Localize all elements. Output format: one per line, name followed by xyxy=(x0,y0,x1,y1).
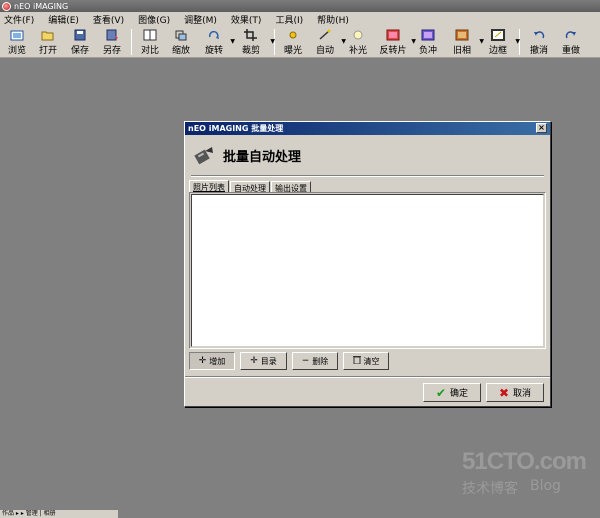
crop-button[interactable]: 裁剪 ▼ xyxy=(231,26,275,57)
save-button[interactable]: 保存 xyxy=(64,26,96,57)
batch-process-icon xyxy=(193,145,215,165)
photo-list[interactable] xyxy=(191,194,544,347)
auto-button[interactable]: 自动 ▼ xyxy=(308,26,346,57)
menu-help[interactable]: 帮助(H) xyxy=(317,13,349,26)
frame-icon xyxy=(491,29,505,41)
undo-icon xyxy=(532,29,546,41)
crop-icon xyxy=(244,29,258,41)
old-photo-button[interactable]: 旧相 ▼ xyxy=(444,26,484,57)
save-as-button[interactable]: 另存 xyxy=(96,26,128,57)
old-photo-icon xyxy=(455,29,469,41)
redo-button[interactable]: 重做 xyxy=(555,26,587,57)
header-divider xyxy=(191,175,544,177)
photo-list-panel xyxy=(189,192,546,349)
remove-button[interactable]: − 删除 xyxy=(292,352,338,370)
menu-edit[interactable]: 编辑(E) xyxy=(48,13,79,26)
compare-button[interactable]: 对比 xyxy=(135,26,165,57)
auto-icon xyxy=(318,29,332,41)
ok-button[interactable]: ✔ 确定 xyxy=(423,383,481,402)
dialog-heading: 批量自动处理 xyxy=(223,149,302,165)
watermark: 51CTO.com 技术博客 Blog xyxy=(462,448,587,498)
app-titlebar: nEO iMAGING xyxy=(0,0,600,12)
batch-dialog: nEO iMAGING 批量处理 × 批量自动处理 照片列表 自动处理 输出设置… xyxy=(184,121,551,407)
watermark-right: Blog xyxy=(530,478,561,494)
toolbar: 浏览 打开 保存 另存 对比 缩放 旋转 ▼ 裁剪 ▼ 曝光 自动 ▼ 补光 反… xyxy=(0,26,600,58)
rotate-icon xyxy=(207,29,221,41)
save-as-icon xyxy=(105,29,119,41)
checkmark-icon: ✔ xyxy=(435,385,447,400)
frame-button[interactable]: 边框 ▼ xyxy=(480,26,520,57)
browse-icon xyxy=(10,29,24,41)
add-button[interactable]: ✛ 增加 xyxy=(189,352,235,370)
footer-divider xyxy=(185,376,550,378)
exposure-icon xyxy=(286,29,300,41)
add-icon: ✛ xyxy=(198,356,207,366)
menu-file[interactable]: 文件(F) xyxy=(4,13,34,26)
app-title: nEO iMAGING xyxy=(14,1,69,11)
zoom-button[interactable]: 缩放 xyxy=(165,26,197,57)
fill-light-button[interactable]: 补光 xyxy=(342,26,374,57)
watermark-subtitle: 技术博客 Blog xyxy=(462,478,586,498)
dialog-title: nEO iMAGING 批量处理 xyxy=(188,124,284,133)
dialog-header: 批量自动处理 xyxy=(185,135,550,175)
toolbar-separator xyxy=(131,29,132,55)
compare-icon xyxy=(143,29,157,41)
open-button[interactable]: 打开 xyxy=(32,26,64,57)
cancel-button[interactable]: ✖ 取消 xyxy=(486,383,544,402)
browse-button[interactable]: 浏览 xyxy=(2,26,32,57)
trash-icon xyxy=(352,355,361,367)
directory-button[interactable]: ✛ 目录 xyxy=(240,352,287,370)
minus-icon: − xyxy=(301,356,310,366)
crop-dropdown-icon[interactable]: ▼ xyxy=(270,38,275,45)
save-icon xyxy=(73,29,87,41)
fill-light-icon xyxy=(351,29,365,41)
directory-icon: ✛ xyxy=(250,356,258,366)
dialog-footer: ✔ 确定 ✖ 取消 xyxy=(423,383,544,402)
undo-button[interactable]: 撤消 xyxy=(523,26,555,57)
rotate-button[interactable]: 旋转 ▼ xyxy=(197,26,235,57)
redo-icon xyxy=(564,29,578,41)
cross-process-button[interactable]: 负冲 xyxy=(412,26,444,57)
dialog-titlebar[interactable]: nEO iMAGING 批量处理 × xyxy=(185,122,550,135)
menu-image[interactable]: 图像(G) xyxy=(138,13,170,26)
exposure-button[interactable]: 曝光 xyxy=(278,26,308,57)
reversal-film-icon xyxy=(386,29,400,41)
menu-tools[interactable]: 工具(I) xyxy=(275,13,303,26)
cross-icon: ✖ xyxy=(498,385,510,400)
folder-open-icon xyxy=(41,29,55,41)
zoom-icon xyxy=(174,29,188,41)
cross-process-icon xyxy=(421,29,435,41)
reversal-film-button[interactable]: 反转片 ▼ xyxy=(374,26,416,57)
frame-dropdown-icon[interactable]: ▼ xyxy=(515,38,520,45)
app-logo-icon xyxy=(2,1,11,11)
menu-bar: 文件(F) 编辑(E) 查看(V) 图像(G) 调整(M) 效果(T) 工具(I… xyxy=(0,12,600,26)
menu-adjust[interactable]: 调整(M) xyxy=(184,13,217,26)
status-strip: 作品 ▸ ▸ 管理 | 相册 xyxy=(0,510,118,518)
menu-effects[interactable]: 效果(T) xyxy=(231,13,262,26)
watermark-site: 51CTO.com xyxy=(462,448,587,475)
clear-button[interactable]: 清空 xyxy=(343,352,389,370)
close-button[interactable]: × xyxy=(536,123,547,133)
list-actions: ✛ 增加 ✛ 目录 − 删除 清空 xyxy=(189,352,394,370)
menu-view[interactable]: 查看(V) xyxy=(93,13,124,26)
watermark-left: 技术博客 xyxy=(462,481,518,497)
